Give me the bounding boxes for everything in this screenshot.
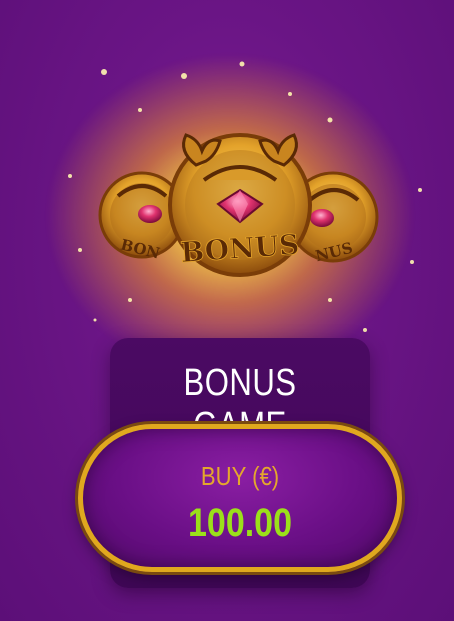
buy-bonus-button[interactable]: BUY (€) 100.00 [78,424,402,572]
buy-price: 100.00 [188,501,292,545]
bonus-screen: BON NUS BONUS BONUS GAME BUY (€) 100.00 [0,0,454,621]
buy-label: BUY (€) [200,461,280,491]
center-bonus-coin-icon: BONUS [168,133,312,277]
